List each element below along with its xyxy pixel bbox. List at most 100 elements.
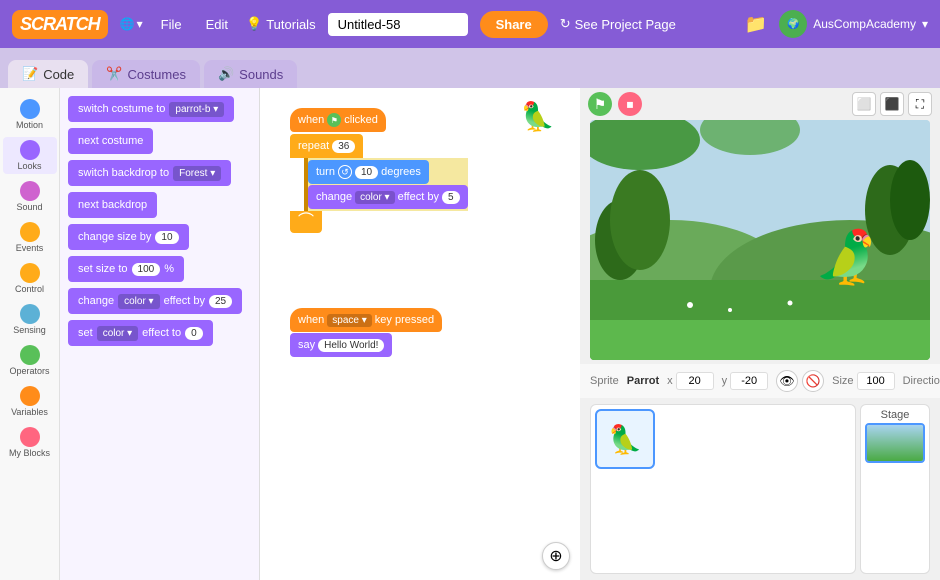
full-screen-button[interactable]: ⬛ (880, 92, 904, 116)
visibility-buttons: 👁 🚫 (776, 370, 824, 392)
green-flag-button[interactable]: ⚑ (588, 92, 612, 116)
stage-mini-thumb[interactable] (865, 423, 925, 463)
nav-tutorials[interactable]: 💡 Tutorials (246, 16, 316, 32)
looks-label: Looks (17, 161, 41, 171)
turn-block[interactable]: turn ↺ 10 degrees (308, 160, 429, 184)
repeat-label: repeat (298, 140, 329, 152)
direction-group: Direction (903, 372, 940, 390)
category-control[interactable]: Control (3, 260, 57, 297)
set-color-dropdown[interactable]: color ▾ (97, 326, 138, 341)
block-change-color-effect[interactable]: change color ▾ effect by 25 (68, 288, 242, 314)
when-flag-clicked-block[interactable]: when ⚑ clicked (290, 108, 386, 132)
see-project-link[interactable]: ↻ See Project Page (560, 16, 676, 32)
stage-thumb-bg (867, 425, 923, 461)
degrees-label: degrees (381, 166, 421, 178)
tab-code[interactable]: 📝 Code (8, 60, 88, 88)
sprite-thumbnail[interactable]: 🦜 (595, 409, 655, 469)
costumes-icon: ✂️ (106, 66, 122, 82)
backdrop-dropdown[interactable]: Forest ▾ (173, 166, 221, 181)
size-input[interactable] (857, 372, 895, 390)
share-button[interactable]: Share (480, 11, 548, 38)
user-avatar[interactable]: 🌍 AusCompAcademy ▾ (779, 10, 928, 38)
repeat-block[interactable]: repeat 36 (290, 134, 363, 158)
block-next-backdrop[interactable]: next backdrop (68, 192, 157, 218)
globe-icon: 🌐 (120, 17, 135, 31)
tutorials-label: Tutorials (266, 17, 315, 32)
folder-icon[interactable]: 📁 (745, 14, 767, 35)
stage-view-controls: ⬜ ⬛ ⛶ (852, 92, 932, 116)
scratch-logo[interactable]: SCRATCH (12, 10, 108, 39)
repeat-block-outer: repeat 36 turn ↺ 10 degrees (290, 134, 468, 233)
repeat-inner: turn ↺ 10 degrees change color ▾ effect … (304, 158, 468, 211)
nav-file[interactable]: File (155, 13, 188, 36)
category-events[interactable]: Events (3, 219, 57, 256)
direction-label: Direction (903, 375, 940, 387)
tab-costumes[interactable]: ✂️ Costumes (92, 60, 200, 88)
stage-toolbar: ⚑ ⏹ ⬜ ⬛ ⛶ (580, 88, 940, 120)
sprite-panel: 🦜 Stage (580, 398, 940, 580)
x-input[interactable] (676, 372, 714, 390)
category-variables[interactable]: Variables (3, 383, 57, 420)
change-color-label: change (78, 295, 114, 307)
fullscreen-button[interactable]: ⛶ (908, 92, 932, 116)
category-motion[interactable]: Motion (3, 96, 57, 133)
turn-arrow-icon: ↺ (338, 165, 352, 179)
block-set-color-effect[interactable]: set color ▾ effect to 0 (68, 320, 213, 346)
effect-by-label2: effect by (398, 191, 439, 203)
zoom-button[interactable]: ⊕ (542, 542, 570, 570)
refresh-icon: ↻ (560, 16, 571, 32)
stop-button[interactable]: ⏹ (618, 92, 642, 116)
change-size-value: 10 (155, 231, 178, 244)
y-input[interactable] (730, 372, 768, 390)
tab-sounds[interactable]: 🔊 Sounds (204, 60, 297, 88)
color-effect-dropdown[interactable]: color ▾ (118, 294, 159, 309)
hat-clicked-label: clicked (344, 114, 378, 126)
key-pressed-label: key pressed (375, 314, 434, 326)
nav-globe[interactable]: 🌐 ▾ (120, 17, 143, 31)
script-group-2: when space ▾ key pressed say Hello World… (290, 308, 442, 357)
looks-dot (20, 140, 40, 160)
expand-stage-button[interactable]: ⬜ (852, 92, 876, 116)
block-set-size[interactable]: set size to 100 % (68, 256, 184, 282)
nav-edit[interactable]: Edit (200, 13, 234, 36)
see-project-label: See Project Page (575, 17, 676, 32)
tab-bar: 📝 Code ✂️ Costumes 🔊 Sounds (0, 48, 940, 88)
block-next-costume[interactable]: next costume (68, 128, 153, 154)
block-change-size[interactable]: change size by 10 (68, 224, 189, 250)
inner-effect-value: 5 (442, 191, 460, 204)
change-size-label: change size by (78, 231, 151, 243)
variables-dot (20, 386, 40, 406)
motion-label: Motion (16, 120, 43, 130)
category-sound[interactable]: Sound (3, 178, 57, 215)
say-block[interactable]: say Hello World! (290, 333, 392, 357)
block-switch-backdrop[interactable]: switch backdrop to Forest ▾ (68, 160, 231, 186)
motion-dot (20, 99, 40, 119)
color-inner-dropdown[interactable]: color ▾ (355, 191, 394, 204)
change-label2: change (316, 191, 352, 203)
category-myblocks[interactable]: My Blocks (3, 424, 57, 461)
when-space-block[interactable]: when space ▾ key pressed (290, 308, 442, 332)
change-color-inner-block[interactable]: change color ▾ effect by 5 (308, 185, 468, 209)
project-name-input[interactable] (328, 13, 468, 36)
x-label: x (667, 375, 673, 387)
show-button[interactable]: 👁 (776, 370, 798, 392)
costume-dropdown[interactable]: parrot-b ▾ (169, 102, 224, 117)
x-coord-group: x (667, 372, 714, 390)
category-looks[interactable]: Looks (3, 137, 57, 174)
hide-button[interactable]: 🚫 (802, 370, 824, 392)
script-group-1: when ⚑ clicked repeat 36 turn ↺ (290, 108, 468, 233)
stage-canvas: 🦜 (590, 120, 930, 360)
events-dot (20, 222, 40, 242)
space-key-dropdown[interactable]: space ▾ (327, 314, 371, 327)
block-switch-costume[interactable]: switch costume to parrot-b ▾ (68, 96, 234, 122)
y-coord-group: y (722, 372, 769, 390)
say-value: Hello World! (318, 339, 384, 352)
avatar-image: 🌍 (779, 10, 807, 38)
sprite-list: 🦜 (590, 404, 856, 574)
script-area[interactable]: 🦜 when ⚑ clicked repeat 36 (260, 88, 580, 580)
category-operators[interactable]: Operators (3, 342, 57, 379)
zoom-icon: ⊕ (549, 546, 562, 566)
category-sensing[interactable]: Sensing (3, 301, 57, 338)
sound-dot (20, 181, 40, 201)
user-chevron: ▾ (922, 17, 928, 31)
